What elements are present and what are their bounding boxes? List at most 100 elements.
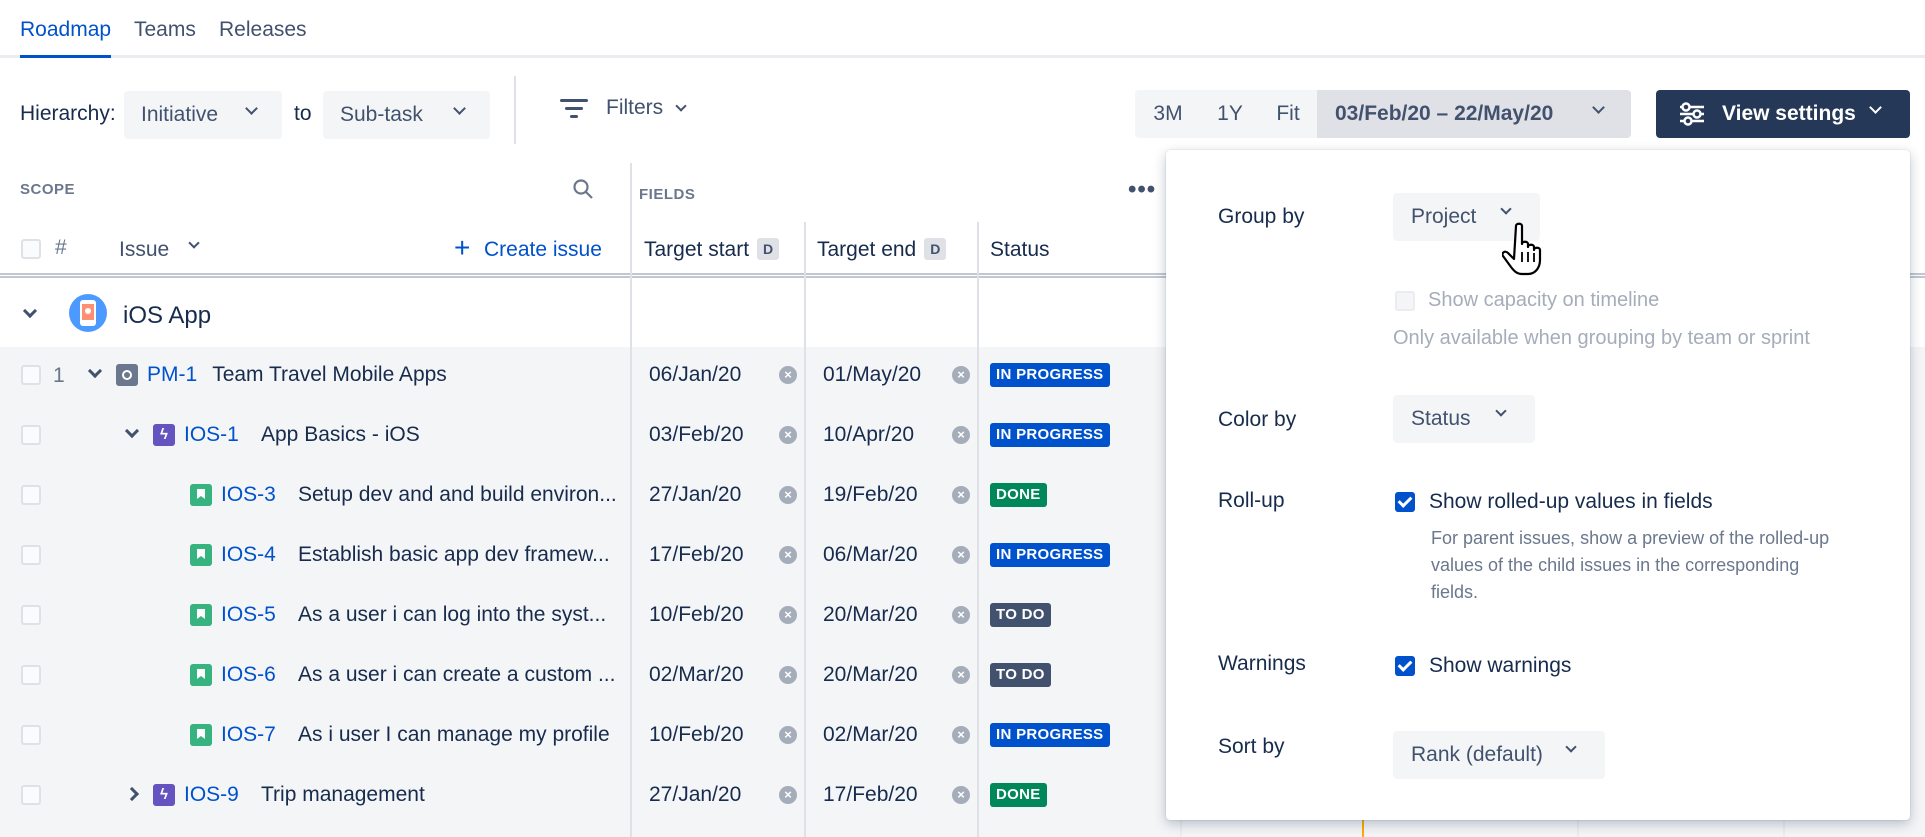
zoom-1y-button[interactable]: 1Y [1201, 90, 1259, 138]
tab-teams[interactable]: Teams [134, 18, 196, 42]
issue-title[interactable]: As a user i can log into the syst... [298, 603, 606, 627]
table-row[interactable]: IOS-6 As a user i can create a custom ...… [0, 645, 1170, 705]
hierarchy-from-dropdown[interactable]: Initiative [124, 91, 282, 139]
issue-title[interactable]: Trip management [261, 783, 425, 807]
target-end-value[interactable]: 10/Apr/20 [823, 423, 914, 447]
target-start-value[interactable]: 27/Jan/20 [649, 483, 741, 507]
expand-icon[interactable] [124, 786, 140, 802]
table-row[interactable]: IOS-4 Establish basic app dev framew... 17… [0, 525, 1170, 585]
table-row[interactable]: IOS-5 As a user i can log into the syst..… [0, 585, 1170, 645]
clear-icon[interactable]: × [779, 606, 797, 624]
target-start-value[interactable]: 10/Feb/20 [649, 603, 744, 627]
clear-icon[interactable]: × [779, 786, 797, 804]
issue-key-link[interactable]: IOS-3 [221, 483, 276, 507]
row-checkbox[interactable] [21, 785, 41, 805]
row-number: 1 [53, 364, 65, 387]
target-end-value[interactable]: 01/May/20 [823, 363, 921, 387]
col-target-start[interactable]: Target start D [644, 238, 780, 262]
table-row[interactable]: IOS-7 As i user I can manage my profile 10… [0, 705, 1170, 765]
table-row[interactable]: 1 PM-1 Team Travel Mobile Apps 06/Jan/20 × 01… [0, 345, 1170, 405]
issue-key-link[interactable]: IOS-4 [221, 543, 276, 567]
col-status[interactable]: Status [990, 238, 1050, 262]
clear-icon[interactable]: × [779, 426, 797, 444]
view-settings-button[interactable]: View settings [1656, 90, 1910, 138]
group-name[interactable]: iOS App [123, 302, 211, 330]
zoom-3m-button[interactable]: 3M [1135, 90, 1201, 138]
target-start-value[interactable]: 10/Feb/20 [649, 723, 744, 747]
clear-icon[interactable]: × [779, 486, 797, 504]
target-start-value[interactable]: 17/Feb/20 [649, 543, 744, 567]
clear-icon[interactable]: × [779, 546, 797, 564]
issue-key-link[interactable]: IOS-6 [221, 663, 276, 687]
row-checkbox[interactable] [21, 485, 41, 505]
issue-title[interactable]: Setup dev and and build environ... [298, 483, 617, 507]
clear-icon[interactable]: × [952, 366, 970, 384]
target-end-value[interactable]: 17/Feb/20 [823, 783, 918, 807]
target-end-value[interactable]: 02/Mar/20 [823, 723, 918, 747]
row-checkbox[interactable] [21, 365, 41, 385]
clear-icon[interactable]: × [779, 726, 797, 744]
col-target-end[interactable]: Target end D [817, 238, 947, 262]
clear-icon[interactable]: × [779, 666, 797, 684]
search-icon[interactable] [572, 178, 594, 200]
issue-key-link[interactable]: IOS-9 [184, 783, 239, 807]
row-checkbox[interactable] [21, 605, 41, 625]
issue-key-link[interactable]: IOS-7 [221, 723, 276, 747]
issue-title[interactable]: App Basics - iOS [261, 423, 420, 447]
clear-icon[interactable]: × [952, 726, 970, 744]
table-row[interactable]: ϟ IOS-1 App Basics - iOS 03/Feb/20 × 10/Apr/2… [0, 405, 1170, 465]
issue-title[interactable]: As i user I can manage my profile [298, 723, 610, 747]
clear-icon[interactable]: × [952, 426, 970, 444]
target-end-value[interactable]: 06/Mar/20 [823, 543, 918, 567]
row-checkbox[interactable] [21, 425, 41, 445]
clear-icon[interactable]: × [952, 486, 970, 504]
issue-key-link[interactable]: IOS-5 [221, 603, 276, 627]
clear-icon[interactable]: × [952, 786, 970, 804]
rollup-checkbox[interactable] [1395, 492, 1415, 512]
target-end-value[interactable]: 20/Mar/20 [823, 603, 918, 627]
zoom-fit-button[interactable]: Fit [1259, 90, 1317, 138]
issue-title[interactable]: Team Travel Mobile Apps [212, 363, 447, 387]
row-checkbox[interactable] [21, 545, 41, 565]
warnings-checkbox[interactable] [1395, 656, 1415, 676]
clear-icon[interactable]: × [952, 606, 970, 624]
tab-releases[interactable]: Releases [219, 18, 307, 42]
issue-key-link[interactable]: IOS-1 [184, 423, 239, 447]
plus-icon[interactable]: + [454, 232, 470, 264]
more-icon[interactable]: ••• [1128, 176, 1156, 204]
issue-key-link[interactable]: PM-1 [147, 363, 197, 387]
filters-button[interactable]: Filters [560, 96, 687, 120]
target-end-value[interactable]: 20/Mar/20 [823, 663, 918, 687]
capacity-checkbox[interactable] [1395, 291, 1415, 311]
clear-icon[interactable]: × [779, 366, 797, 384]
collapse-icon[interactable] [87, 363, 103, 379]
issue-title[interactable]: As a user i can create a custom ... [298, 663, 615, 687]
hierarchy-to-dropdown[interactable]: Sub-task [323, 91, 490, 139]
row-checkbox[interactable] [21, 725, 41, 745]
sort-by-dropdown[interactable]: Rank (default) [1393, 731, 1605, 779]
target-start-value[interactable]: 06/Jan/20 [649, 363, 741, 387]
initiative-icon [116, 364, 138, 386]
select-all-checkbox[interactable] [21, 239, 41, 259]
target-start-value[interactable]: 03/Feb/20 [649, 423, 744, 447]
table-row[interactable]: ϟ IOS-9 Trip management 27/Jan/20 × 17/Feb/20… [0, 765, 1170, 825]
timeline-gridline [1577, 820, 1579, 837]
target-start-value[interactable]: 02/Mar/20 [649, 663, 744, 687]
tab-roadmap[interactable]: Roadmap [20, 18, 112, 58]
table-row[interactable]: IOS-3 Setup dev and and build environ... 2… [0, 465, 1170, 525]
target-start-value[interactable]: 27/Jan/20 [649, 783, 741, 807]
toolbar-divider [514, 76, 516, 144]
create-issue-link[interactable]: Create issue [484, 238, 602, 262]
timeline-gridline [1783, 820, 1785, 837]
clear-icon[interactable]: × [952, 666, 970, 684]
color-by-dropdown[interactable]: Status [1393, 395, 1535, 443]
target-end-value[interactable]: 19/Feb/20 [823, 483, 918, 507]
issue-title[interactable]: Establish basic app dev framew... [298, 543, 610, 567]
story-icon [190, 544, 212, 566]
row-checkbox[interactable] [21, 665, 41, 685]
date-range-dropdown[interactable]: 03/Feb/20 – 22/May/20 [1317, 90, 1631, 138]
col-issue[interactable]: Issue [119, 238, 169, 262]
clear-icon[interactable]: × [952, 546, 970, 564]
chevron-down-icon[interactable] [188, 237, 200, 249]
collapse-icon[interactable] [124, 423, 140, 439]
